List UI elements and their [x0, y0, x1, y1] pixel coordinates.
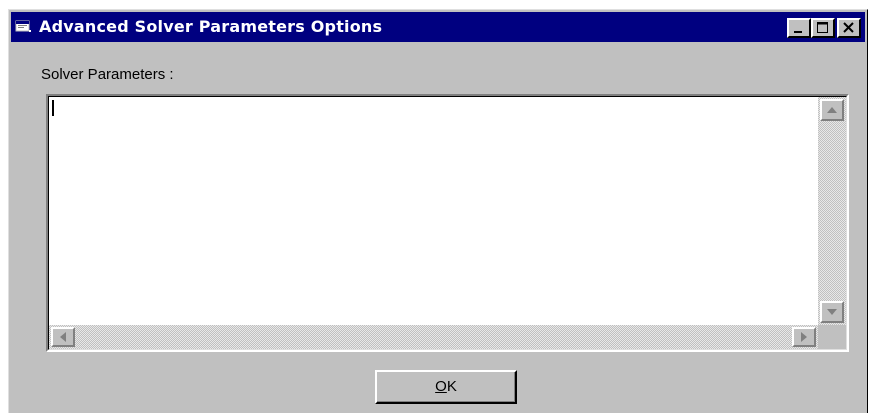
- window-title: Advanced Solver Parameters Options: [39, 17, 383, 36]
- scrollbar-corner: [818, 325, 846, 349]
- solver-parameters-label: Solver Parameters :: [41, 66, 174, 83]
- solver-parameters-textarea[interactable]: [46, 94, 849, 352]
- arrow-down-icon: [827, 309, 837, 315]
- ok-button[interactable]: OK: [375, 370, 517, 404]
- app-window-icon: [15, 19, 33, 34]
- arrow-up-icon: [827, 107, 837, 113]
- dialog-window: Advanced Solver Parameters Options Solve…: [8, 9, 868, 413]
- scroll-down-button[interactable]: [820, 301, 844, 323]
- textarea-content[interactable]: [53, 101, 814, 321]
- scroll-right-button[interactable]: [792, 327, 816, 347]
- ok-label-rest: K: [446, 378, 457, 395]
- scroll-left-button[interactable]: [51, 327, 75, 347]
- maximize-button[interactable]: [811, 18, 835, 38]
- close-icon: [843, 22, 854, 33]
- textarea-field[interactable]: [48, 96, 847, 350]
- arrow-right-icon: [801, 332, 807, 342]
- horizontal-scrollbar[interactable]: [49, 325, 818, 349]
- minimize-icon: [794, 31, 802, 33]
- title-bar[interactable]: Advanced Solver Parameters Options: [11, 12, 865, 42]
- maximize-icon: [817, 22, 828, 33]
- vertical-scrollbar[interactable]: [818, 97, 846, 325]
- text-caret: [52, 100, 54, 116]
- ok-mnemonic: O: [435, 378, 447, 395]
- minimize-button[interactable]: [787, 18, 811, 38]
- close-button[interactable]: [837, 18, 861, 38]
- scroll-up-button[interactable]: [820, 99, 844, 121]
- arrow-left-icon: [60, 332, 66, 342]
